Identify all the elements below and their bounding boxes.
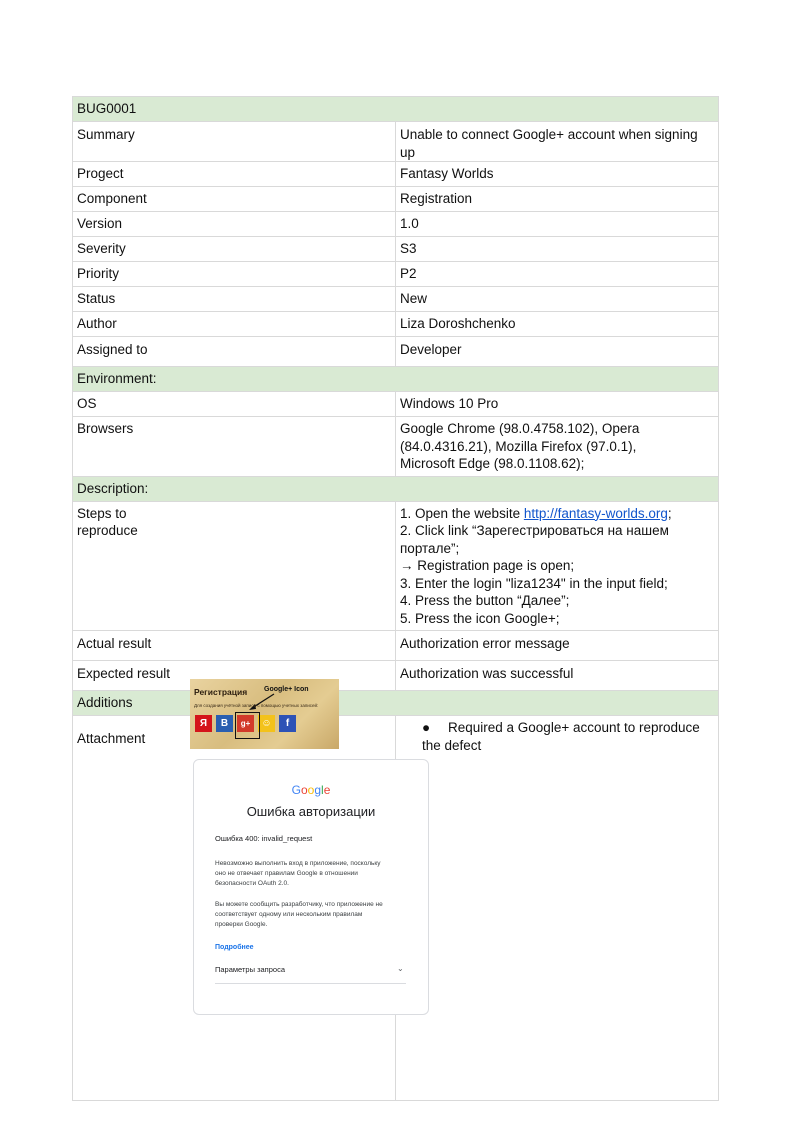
section-title: Environment: <box>72 366 719 392</box>
field-row-actual: Actual result Authorization error messag… <box>72 630 719 661</box>
field-row-component: Component Registration <box>72 186 719 212</box>
paragraph-line: соответствует одному или нескольким прав… <box>215 911 363 918</box>
field-value: 1.0 <box>395 211 719 237</box>
website-link[interactable]: http://fantasy-worlds.org <box>524 506 668 521</box>
field-label: Assigned to <box>72 336 396 367</box>
google-plus-callout: Google+ Icon <box>264 686 309 693</box>
vk-icon[interactable]: В <box>216 715 233 732</box>
field-label: Progect <box>72 161 396 187</box>
field-value: Developer <box>395 336 719 367</box>
steps-label-line: Steps to <box>77 505 127 521</box>
field-value: New <box>395 286 719 312</box>
error-paragraph-2: Вы можете сообщить разработчику, что при… <box>215 900 410 930</box>
attachment-content: ● Required a Google+ account to reproduce… <box>395 715 719 1101</box>
mailru-icon[interactable]: ☺ <box>258 715 275 732</box>
section-title: Additions <box>72 690 719 716</box>
field-row-author: Author Liza Doroshchenko <box>72 311 719 337</box>
field-label: Status <box>72 286 396 312</box>
field-label: Severity <box>72 236 396 262</box>
field-value: P2 <box>395 261 719 287</box>
field-row-browsers: Browsers Google Chrome (98.0.4758.102), … <box>72 416 719 477</box>
field-value: S3 <box>395 236 719 262</box>
registration-title: Регистрация <box>194 687 248 697</box>
field-value: Authorization was successful <box>395 660 719 691</box>
request-params[interactable]: Параметры запроса <box>215 965 285 974</box>
paragraph-line: Вы можете сообщить разработчику, что при… <box>215 901 383 908</box>
field-value: Google Chrome (98.0.4758.102), Opera (84… <box>395 416 719 477</box>
bug-id: BUG0001 <box>72 96 719 122</box>
google-error-screenshot: Google Ошибка авторизации Ошибка 400: in… <box>193 759 429 1015</box>
field-row-expected: Expected result Authorization was succes… <box>72 660 719 691</box>
bullet-dot-icon: ● <box>422 720 431 735</box>
paragraph-line: проверки Google. <box>215 921 268 928</box>
field-label: Summary <box>72 121 396 162</box>
step-5: 5. Press the icon Google+; <box>400 610 560 626</box>
divider <box>215 983 406 984</box>
paragraph-line: Невозможно выполнить вход в приложение, … <box>215 860 381 867</box>
step-1-suffix: ; <box>667 505 672 521</box>
registration-hint: Для создания учётной записи с помощью уч… <box>194 703 319 708</box>
field-row-os: OS Windows 10 Pro <box>72 391 719 417</box>
more-link[interactable]: Подробнее <box>215 944 254 951</box>
field-label: Actual result <box>72 630 396 661</box>
field-label: Version <box>72 211 396 237</box>
step-2-result: → Registration page is open; <box>400 558 575 573</box>
field-row-version: Version 1.0 <box>72 211 719 237</box>
section-environment: Environment: <box>72 366 719 392</box>
error-heading: Ошибка авторизации <box>246 804 376 819</box>
field-value: Windows 10 Pro <box>395 391 719 417</box>
registration-screenshot: Регистрация Google+ Icon Для создания уч… <box>190 679 339 749</box>
browsers-line: Google Chrome (98.0.4758.102), Opera (84… <box>400 421 640 454</box>
field-row-priority: Priority P2 <box>72 261 719 287</box>
steps-label-line: reproduce <box>77 523 138 538</box>
paragraph-line: оно не отвечает правилам Google в отноше… <box>215 870 358 877</box>
highlight-box <box>235 712 260 739</box>
step-4: 4. Press the button “Далее”; <box>400 593 570 608</box>
facebook-icon[interactable]: f <box>279 715 296 732</box>
step-2: 2. Click link “Зарегестрироваться на наш… <box>400 523 669 556</box>
bullet-text: Required a Google+ account to reproduce … <box>422 720 700 753</box>
field-label: Browsers <box>72 416 396 477</box>
field-value: Unable to connect Google+ account when s… <box>395 121 719 162</box>
error-paragraph-1: Невозможно выполнить вход в приложение, … <box>215 859 410 889</box>
field-row-status: Status New <box>72 286 719 312</box>
google-logo: Google <box>194 783 428 797</box>
field-label: Priority <box>72 261 396 287</box>
field-row-severity: Severity S3 <box>72 236 719 262</box>
field-row-project: Progect Fantasy Worlds <box>72 161 719 187</box>
field-value: Registration <box>395 186 719 212</box>
field-row-summary: Summary Unable to connect Google+ accoun… <box>72 121 719 162</box>
steps-list: 1. Open the website http://fantasy-world… <box>395 500 719 631</box>
step-1: 1. Open the website http://fantasy-world… <box>400 505 714 523</box>
field-label: OS <box>72 391 396 417</box>
field-label: Component <box>72 186 396 212</box>
section-additions: Additions <box>72 690 719 716</box>
field-value: Authorization error message <box>395 630 719 661</box>
attachment-bullet: ● Required a Google+ account to reproduce… <box>422 719 714 754</box>
google-logo-text: Google <box>291 783 331 797</box>
bug-id-row: BUG0001 <box>72 96 719 122</box>
error-code: Ошибка 400: invalid_request <box>215 834 313 843</box>
field-value: Liza Doroshchenko <box>395 311 719 337</box>
section-description: Description: <box>72 475 719 502</box>
field-row-steps: Steps to reproduce 1. Open the website h… <box>72 500 719 631</box>
step-3: 3. Enter the login "liza1234" in the inp… <box>400 575 668 591</box>
field-value: Fantasy Worlds <box>395 161 719 187</box>
chevron-down-icon[interactable]: ⌄ <box>397 964 404 973</box>
field-label: Steps to reproduce <box>72 500 396 631</box>
field-row-assigned: Assigned to Developer <box>72 336 719 367</box>
yandex-icon[interactable]: Я <box>195 715 212 732</box>
browsers-line: Microsoft Edge (98.0.1108.62); <box>400 456 585 471</box>
arrow-icon <box>249 693 275 710</box>
section-title: Description: <box>72 475 719 502</box>
paragraph-line: безопасности OAuth 2.0. <box>215 880 289 887</box>
step-1-text: 1. Open the website <box>400 505 524 521</box>
field-label: Author <box>72 311 396 337</box>
